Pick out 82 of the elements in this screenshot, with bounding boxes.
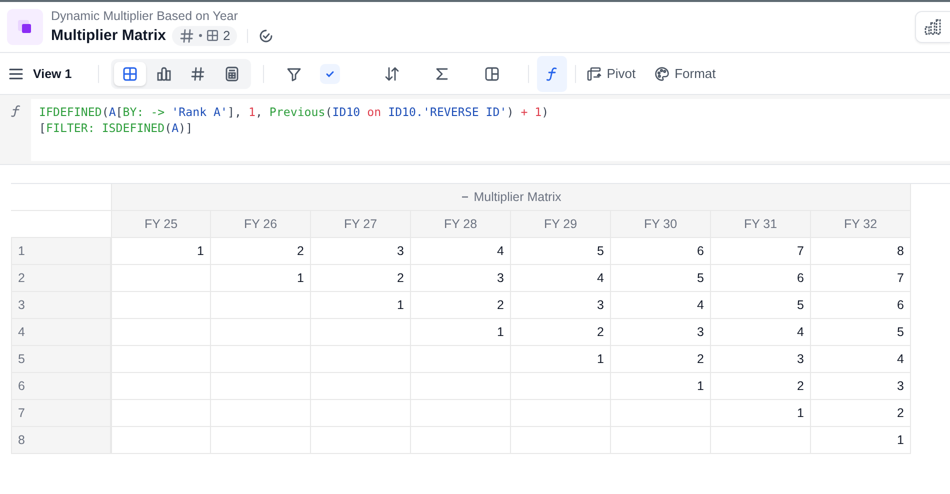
row-header: 1 (11, 238, 111, 265)
formula-button[interactable] (536, 56, 567, 92)
table-cell: 7 (711, 238, 811, 265)
formula-line: [FILTER: ISDEFINED(A)] (39, 120, 194, 136)
table-cell: 6 (611, 238, 711, 265)
table-cell: 1 (511, 346, 611, 373)
table-cell: 1 (811, 427, 911, 454)
table-cell: 8 (811, 238, 911, 265)
sort-icon (384, 66, 400, 82)
table-cell: 2 (811, 400, 911, 427)
hash-icon (179, 28, 196, 44)
hash-icon (190, 66, 206, 82)
table-cell: 3 (511, 292, 611, 319)
view-type-tab[interactable] (114, 62, 146, 86)
row-header: 7 (11, 400, 111, 427)
column-header: FY 31 (711, 211, 811, 238)
form-icon (224, 66, 240, 82)
palette-icon (654, 66, 670, 82)
view-menu[interactable]: View 1 (9, 66, 72, 80)
table-cell: 2 (211, 238, 311, 265)
column-header: FY 29 (511, 211, 611, 238)
page-subtitle: Dynamic Multiplier Based on Year (51, 8, 239, 22)
row-header: 3 (11, 292, 111, 319)
format-button[interactable]: Format (654, 66, 716, 82)
formula-line: IFDEFINED(A[BY: -> 'Rank A'], 1, Previous(ID10 on ID10.'REVERSE ID') + 1) (39, 104, 550, 120)
table-cell: 5 (811, 319, 911, 346)
row-header: 8 (11, 427, 111, 454)
sigma-icon (434, 66, 450, 82)
table-cell: 4 (811, 346, 911, 373)
table-cell: 1 (711, 400, 811, 427)
table-cell: 2 (511, 319, 611, 346)
column-header: FY 30 (611, 211, 711, 238)
table-cell: 2 (611, 346, 711, 373)
check-button[interactable] (320, 64, 340, 84)
pivot-icon (586, 66, 602, 82)
formula-editor[interactable]: IFDEFINED(A[BY: -> 'Rank A'], 1, Previous(ID10 on ID10.'REVERSE ID') + 1) [FILTER: ISDEFINED(A)] (31, 99, 950, 161)
group-header: Multiplier Matrix (474, 190, 562, 204)
table-cell: 1 (311, 292, 411, 319)
column-header: FY 27 (311, 211, 411, 238)
row-header: 2 (11, 265, 111, 292)
column-header: FY 28 (411, 211, 511, 238)
table-icon (206, 29, 220, 42)
filter-icon (286, 66, 302, 82)
table-cell: 3 (611, 319, 711, 346)
table-cell: 6 (711, 265, 811, 292)
table-cell: 3 (311, 238, 411, 265)
chart-button[interactable] (915, 11, 950, 43)
verified-icon[interactable] (258, 28, 274, 44)
row-header: 5 (11, 346, 111, 373)
info-badge[interactable]: 2 (172, 26, 238, 46)
bar-chart-icon (156, 66, 172, 82)
table-cell: 1 (211, 265, 311, 292)
table-cell: 3 (411, 265, 511, 292)
table-cell: 4 (411, 238, 511, 265)
table-cell: 6 (811, 292, 911, 319)
table-cell: 3 (711, 346, 811, 373)
pivot-button[interactable]: Pivot (586, 66, 636, 82)
column-header: FY 26 (211, 211, 311, 238)
row-header: 6 (11, 373, 111, 400)
table-cell: 5 (611, 265, 711, 292)
table-cell: 4 (511, 265, 611, 292)
table-cell: 2 (711, 373, 811, 400)
table-cell: 3 (811, 373, 911, 400)
table-cell: 2 (411, 292, 511, 319)
bar-chart-icon (924, 19, 942, 35)
table-cell: 7 (811, 265, 911, 292)
table-cell: 1 (111, 238, 211, 265)
menu-icon (9, 68, 23, 80)
function-icon (8, 103, 22, 119)
page-title: Multiplier Matrix (51, 27, 166, 44)
row-header: 4 (11, 319, 111, 346)
table-cell: 5 (511, 238, 611, 265)
column-header: FY 25 (111, 211, 211, 238)
table-cell: 2 (311, 265, 411, 292)
table-cell: 4 (611, 292, 711, 319)
table-cell: 1 (611, 373, 711, 400)
grid-icon (122, 66, 138, 82)
column-header: FY 32 (811, 211, 911, 238)
table-cell: 4 (711, 319, 811, 346)
table-cell: 1 (411, 319, 511, 346)
table-cell: 5 (711, 292, 811, 319)
layout-icon (484, 66, 500, 82)
